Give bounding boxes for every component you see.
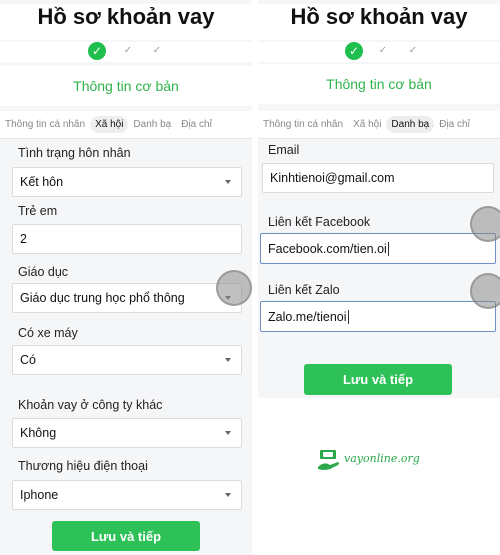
page-title: Hồ sơ khoản vay [0,4,252,40]
touch-indicator [470,206,500,242]
marital-status-select[interactable]: Kết hôn [12,167,242,197]
facebook-label: Liên kết Facebook [268,215,371,229]
facebook-input[interactable]: Facebook.com/tien.oi [260,233,496,264]
zalo-label: Liên kết Zalo [268,283,340,297]
step-3-check-icon: ✓ [408,45,418,56]
other-loans-select[interactable]: Không [12,418,242,448]
tab-personal-info[interactable]: Thông tin cá nhân [258,116,348,133]
text-cursor [347,309,349,324]
children-value: 2 [20,232,27,246]
tab-contacts[interactable]: Danh bạ [128,116,176,133]
other-loans-label: Khoản vay ở công ty khác [18,398,163,412]
touch-indicator [216,270,252,306]
hand-money-icon [318,450,339,470]
chevron-down-icon [225,358,231,362]
chevron-down-icon [225,180,231,184]
education-select[interactable]: Giáo dục trung học phổ thông [12,283,242,313]
step-1-check-icon: ✓ [88,42,106,60]
page-title: Hồ sơ khoản vay [258,4,500,40]
tab-personal-info[interactable]: Thông tin cá nhân [0,116,90,133]
section-subtitle: Thông tin cơ bản [0,66,252,106]
tab-address[interactable]: Địa chỉ [434,116,475,133]
watermark-logo: vayonline.org [316,444,426,476]
tab-bar: Thông tin cá nhân Xã hội Danh bạ Địa chỉ [0,111,252,139]
watermark-text: vayonline.org [344,452,420,465]
tab-address[interactable]: Địa chỉ [176,116,217,133]
tab-social[interactable]: Xã hội [348,116,386,133]
email-label: Email [268,143,300,157]
touch-indicator [470,273,500,309]
chevron-down-icon [225,493,231,497]
tab-bar: Thông tin cá nhân Xã hội Danh bạ Địa chỉ [258,111,500,139]
phone-brand-value: Iphone [20,488,59,502]
marital-status-label: Tình trạng hôn nhân [18,146,131,160]
step-3-check-icon: ✓ [152,45,162,56]
left-screen: Hồ sơ khoản vay ✓ ✓ ✓ Thông tin cơ bản T… [0,0,252,555]
step-1-check-icon: ✓ [345,42,363,60]
facebook-value: Facebook.com/tien.oi [268,241,387,256]
children-label: Trẻ em [18,204,58,218]
step-indicator: ✓ ✓ ✓ [258,42,500,62]
children-input[interactable]: 2 [12,224,242,254]
education-value: Giáo dục trung học phổ thông [20,291,185,305]
email-input[interactable]: Kinhtienoi@gmail.com [262,163,494,193]
save-and-continue-button[interactable]: Lưu và tiếp [52,521,200,551]
phone-brand-select[interactable]: Iphone [12,480,242,510]
marital-status-value: Kết hôn [20,175,64,189]
tab-contacts[interactable]: Danh bạ [386,116,435,133]
step-indicator: ✓ ✓ ✓ [0,42,252,62]
right-screen: Hồ sơ khoản vay ✓ ✓ ✓ Thông tin cơ bản T… [258,0,500,398]
email-value: Kinhtienoi@gmail.com [270,171,395,185]
text-cursor [387,241,389,256]
section-subtitle: Thông tin cơ bản [258,64,500,104]
phone-brand-label: Thương hiệu điện thoại [18,459,148,473]
save-and-continue-button[interactable]: Lưu và tiếp [304,364,452,395]
tab-social[interactable]: Xã hội [90,116,129,133]
chevron-down-icon [225,431,231,435]
step-2-check-icon: ✓ [378,45,388,56]
education-label: Giáo dục [18,265,69,279]
motorbike-label: Có xe máy [18,326,78,340]
motorbike-select[interactable]: Có [12,345,242,375]
step-2-check-icon: ✓ [123,45,133,56]
zalo-input[interactable]: Zalo.me/tienoi [260,301,496,332]
zalo-value: Zalo.me/tienoi [268,309,347,324]
other-loans-value: Không [20,426,57,440]
motorbike-value: Có [20,353,36,367]
